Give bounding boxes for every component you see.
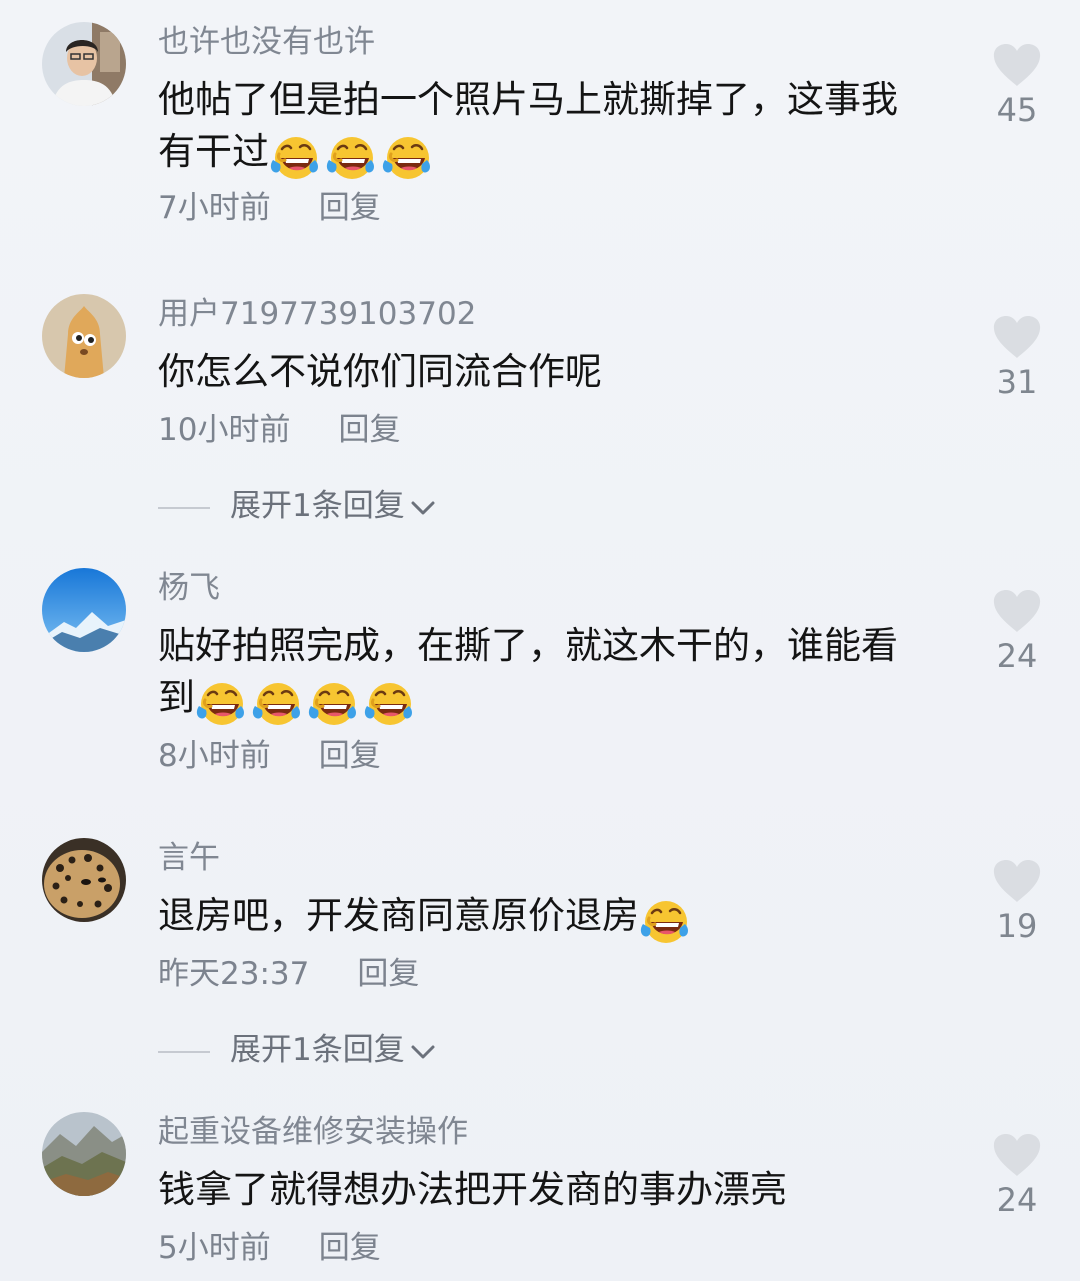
comment-text-line: 钱拿了就得想办法把开发商的事办漂亮 <box>158 1168 787 1211</box>
laughing-tears-emoji-icon <box>269 134 321 182</box>
reply-button[interactable]: 回复 <box>319 1228 381 1268</box>
comment-meta: 10小时前 回复 <box>158 410 400 450</box>
comment-item: 也许也没有也许 他帖了但是拍一个照片马上就撕掉了，这事我 有干过 7小时前 回复 … <box>0 22 1080 226</box>
user-avatar[interactable] <box>42 838 126 922</box>
comment-username[interactable]: 用户7197739103702 <box>158 294 476 334</box>
comment-meta: 昨天23:37 回复 <box>158 954 419 994</box>
user-avatar[interactable] <box>42 294 126 378</box>
comment-timestamp: 7小时前 <box>158 190 271 226</box>
comment-text-line: 到 <box>158 672 958 725</box>
like-control[interactable]: 24 <box>984 1132 1050 1220</box>
user-avatar[interactable] <box>42 568 126 652</box>
comment-timestamp: 8小时前 <box>158 738 271 774</box>
comment-text-line: 有干过 <box>158 126 958 179</box>
laughing-tears-emoji-icon <box>363 680 415 728</box>
emoji-row <box>195 680 419 732</box>
comment-text: 钱拿了就得想办法把开发商的事办漂亮 <box>158 1164 958 1216</box>
expand-replies-button[interactable]: 展开1条回复 <box>158 486 437 526</box>
like-count: 45 <box>996 91 1038 129</box>
laughing-tears-emoji-icon <box>195 680 247 728</box>
heart-icon[interactable] <box>991 314 1043 360</box>
comment-text: 贴好拍照完成，在撕了，就这木干的，谁能看 到 <box>158 620 958 725</box>
reply-button[interactable]: 回复 <box>338 410 400 450</box>
laughing-tears-emoji-icon <box>251 680 303 728</box>
comment-text: 他帖了但是拍一个照片马上就撕掉了，这事我 有干过 <box>158 74 958 179</box>
comment-meta: 8小时前 回复 <box>158 736 381 776</box>
comment-text-line: 退房吧，开发商同意原价退房 <box>158 890 958 943</box>
heart-icon[interactable] <box>991 858 1043 904</box>
reply-button[interactable]: 回复 <box>319 188 381 228</box>
expand-replies-label: 展开1条回复 <box>230 488 405 524</box>
expand-replies-button[interactable]: 展开1条回复 <box>158 1030 437 1070</box>
like-count: 31 <box>996 363 1038 401</box>
comment-text-line: 你怎么不说你们同流合作呢 <box>158 350 602 393</box>
laughing-tears-emoji-icon <box>307 680 359 728</box>
expand-replies-label: 展开1条回复 <box>230 1032 405 1068</box>
heart-icon[interactable] <box>991 1132 1043 1178</box>
comment-text-line: 他帖了但是拍一个照片马上就撕掉了，这事我 <box>158 78 898 121</box>
comment-meta: 7小时前 回复 <box>158 188 381 228</box>
like-control[interactable]: 31 <box>984 314 1050 402</box>
comment-username[interactable]: 起重设备维修安装操作 <box>158 1112 468 1152</box>
comment-text-fragment: 退房吧，开发商同意原价退房 <box>158 894 639 937</box>
comment-text-fragment: 到 <box>158 676 195 719</box>
chevron-down-icon <box>409 498 437 518</box>
divider-line <box>158 506 210 509</box>
comment-username[interactable]: 言午 <box>158 838 220 878</box>
heart-icon[interactable] <box>991 588 1043 634</box>
like-count: 19 <box>996 907 1038 945</box>
like-control[interactable]: 19 <box>984 858 1050 946</box>
emoji-row <box>639 898 695 950</box>
comment-timestamp: 10小时前 <box>158 412 291 448</box>
comment-text-fragment: 有干过 <box>158 130 269 173</box>
comment-timestamp: 昨天23:37 <box>158 956 310 992</box>
comment-item: 言午 退房吧，开发商同意原价退房 昨天23:37 回复 19 展开1条回复 <box>0 838 1080 1068</box>
comment-text: 你怎么不说你们同流合作呢 <box>158 346 958 398</box>
like-count: 24 <box>996 637 1038 675</box>
chevron-down-icon <box>409 1042 437 1062</box>
comment-item: 杨飞 贴好拍照完成，在撕了，就这木干的，谁能看 到 8小时前 回复 24 <box>0 568 1080 774</box>
comment-item: 用户7197739103702 你怎么不说你们同流合作呢 10小时前 回复 31 … <box>0 294 1080 524</box>
user-avatar[interactable] <box>42 1112 126 1196</box>
laughing-tears-emoji-icon <box>639 898 691 946</box>
reply-button[interactable]: 回复 <box>357 954 419 994</box>
reply-button[interactable]: 回复 <box>319 736 381 776</box>
laughing-tears-emoji-icon <box>325 134 377 182</box>
like-control[interactable]: 45 <box>984 42 1050 130</box>
comment-username[interactable]: 杨飞 <box>158 568 220 608</box>
comment-text-line: 贴好拍照完成，在撕了，就这木干的，谁能看 <box>158 624 898 667</box>
comment-timestamp: 5小时前 <box>158 1230 271 1266</box>
comment-username[interactable]: 也许也没有也许 <box>158 22 375 62</box>
heart-icon[interactable] <box>991 42 1043 88</box>
divider-line <box>158 1050 210 1053</box>
laughing-tears-emoji-icon <box>381 134 433 182</box>
like-count: 24 <box>996 1181 1038 1219</box>
emoji-row <box>269 134 437 186</box>
like-control[interactable]: 24 <box>984 588 1050 676</box>
comment-meta: 5小时前 回复 <box>158 1228 381 1268</box>
user-avatar[interactable] <box>42 22 126 106</box>
comment-item: 起重设备维修安装操作 钱拿了就得想办法把开发商的事办漂亮 5小时前 回复 24 <box>0 1112 1080 1266</box>
comment-text: 退房吧，开发商同意原价退房 <box>158 890 958 943</box>
